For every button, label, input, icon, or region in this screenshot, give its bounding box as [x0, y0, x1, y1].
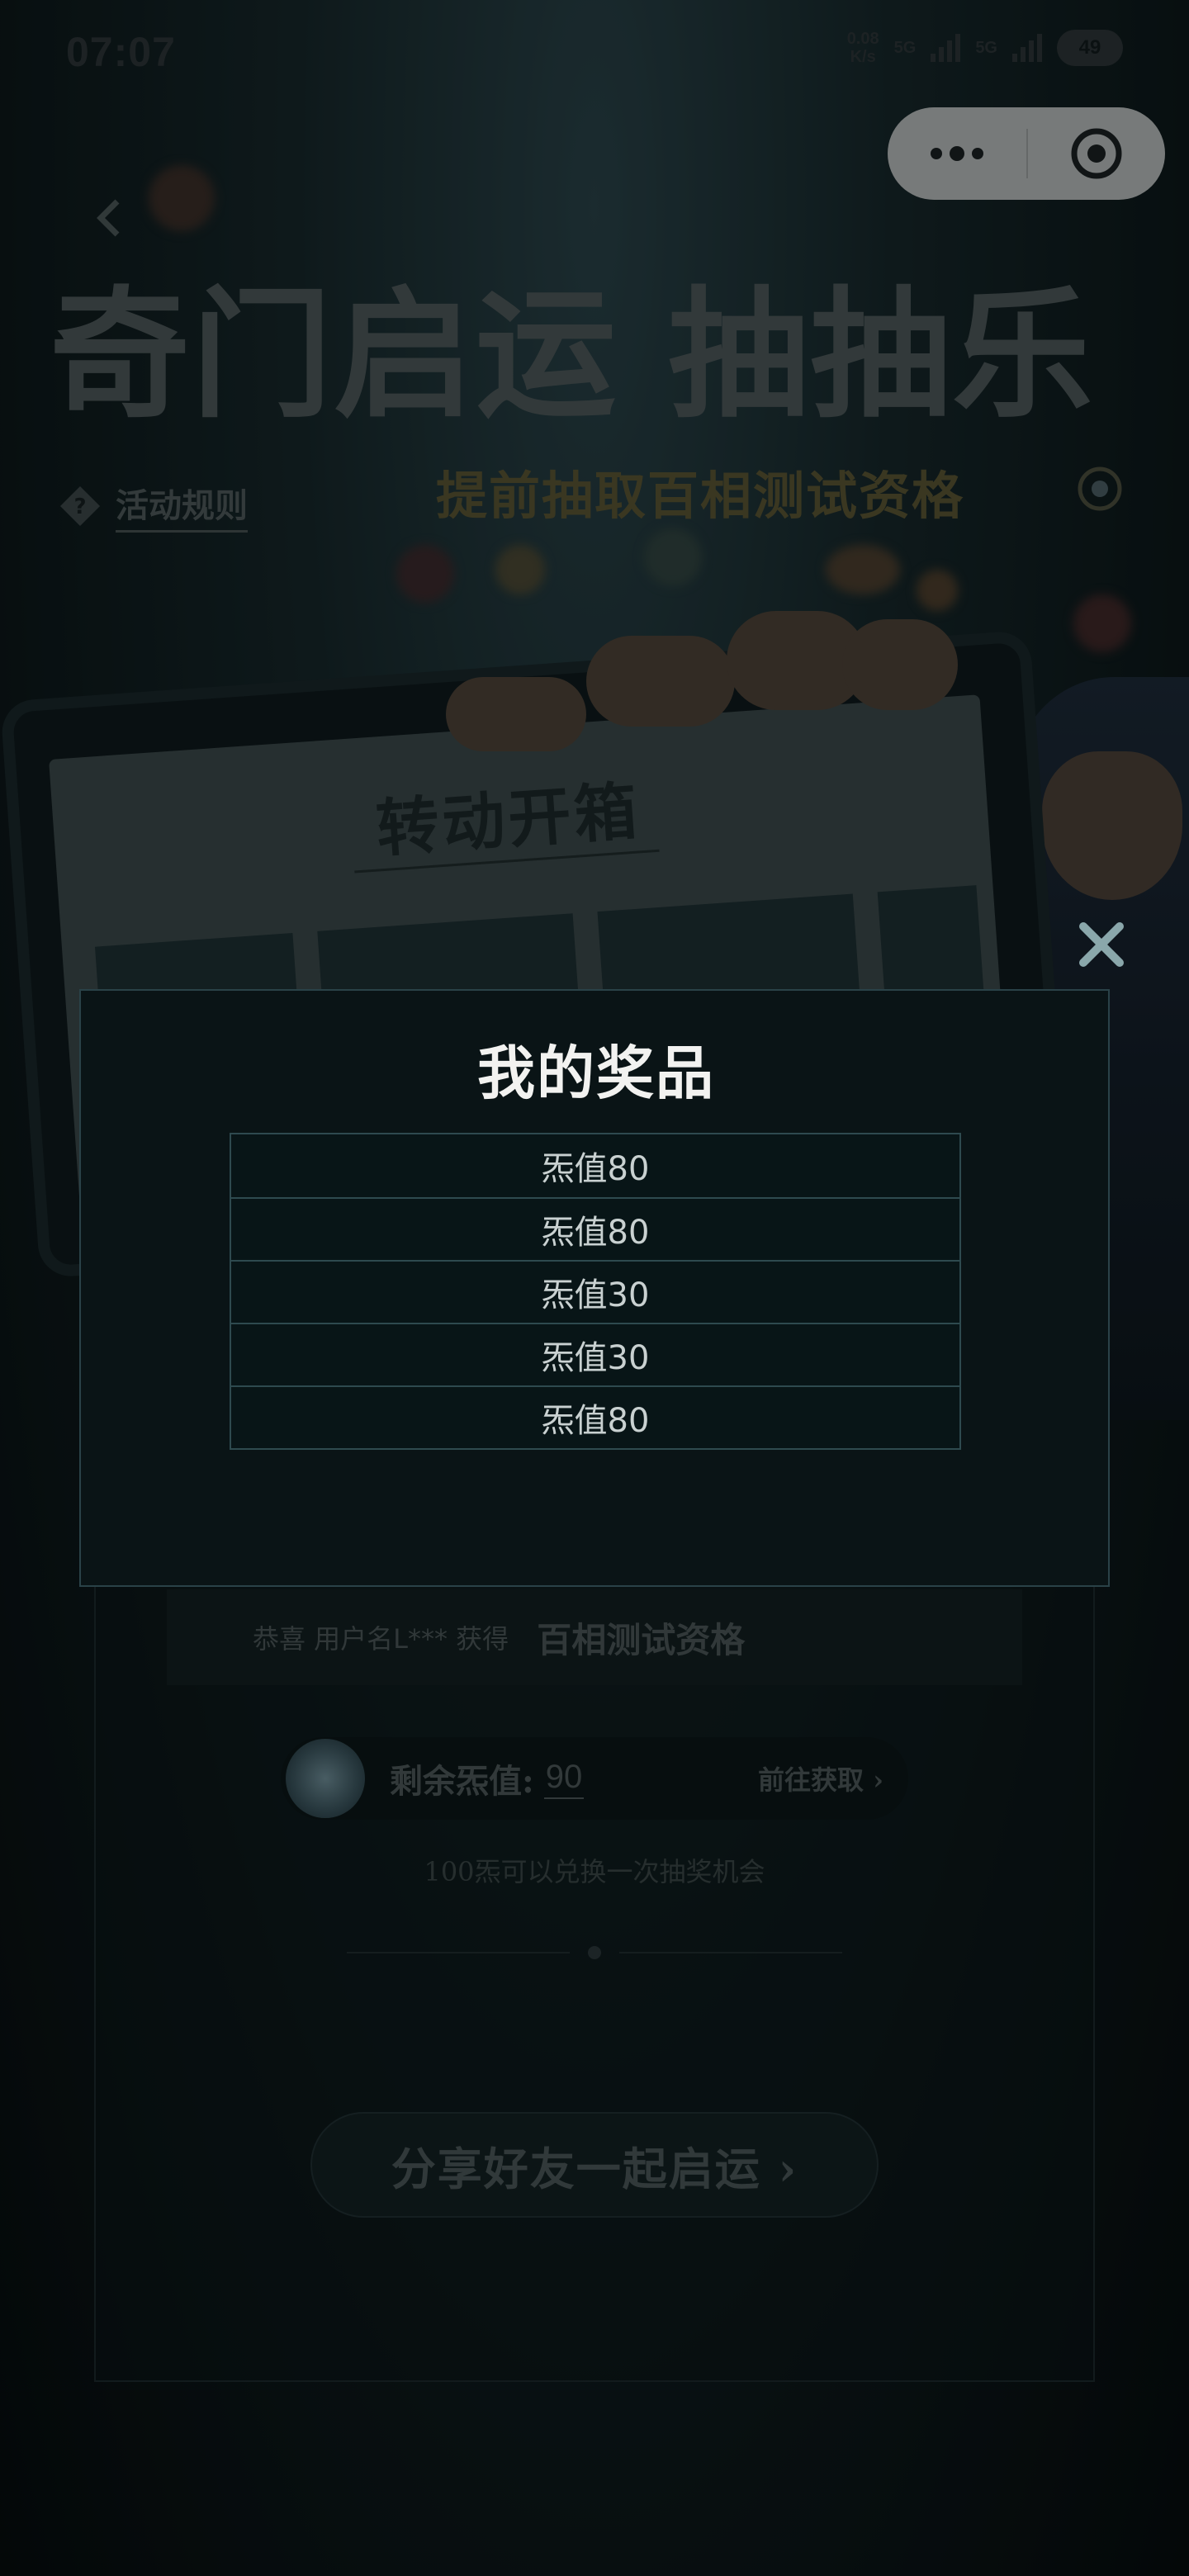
prize-item: 炁值80 — [231, 1385, 959, 1448]
modal-close-button[interactable] — [1075, 918, 1128, 971]
my-prizes-modal: 我的奖品 炁值80 炁值80 炁值30 炁值30 炁值80 — [79, 989, 1110, 1587]
prize-item: 炁值80 — [231, 1197, 959, 1260]
prize-item: 炁值30 — [231, 1260, 959, 1323]
lottery-page: 07:07 0.08 K/s 5G 5G 49 奇门启运 抽抽乐 ? 活动规则 … — [0, 0, 1189, 2576]
prize-list: 炁值80 炁值80 炁值30 炁值30 炁值80 — [230, 1133, 961, 1450]
close-icon — [1079, 922, 1124, 967]
prize-item: 炁值30 — [231, 1323, 959, 1385]
modal-title: 我的奖品 — [477, 1039, 715, 1107]
prize-item: 炁值80 — [231, 1134, 959, 1197]
